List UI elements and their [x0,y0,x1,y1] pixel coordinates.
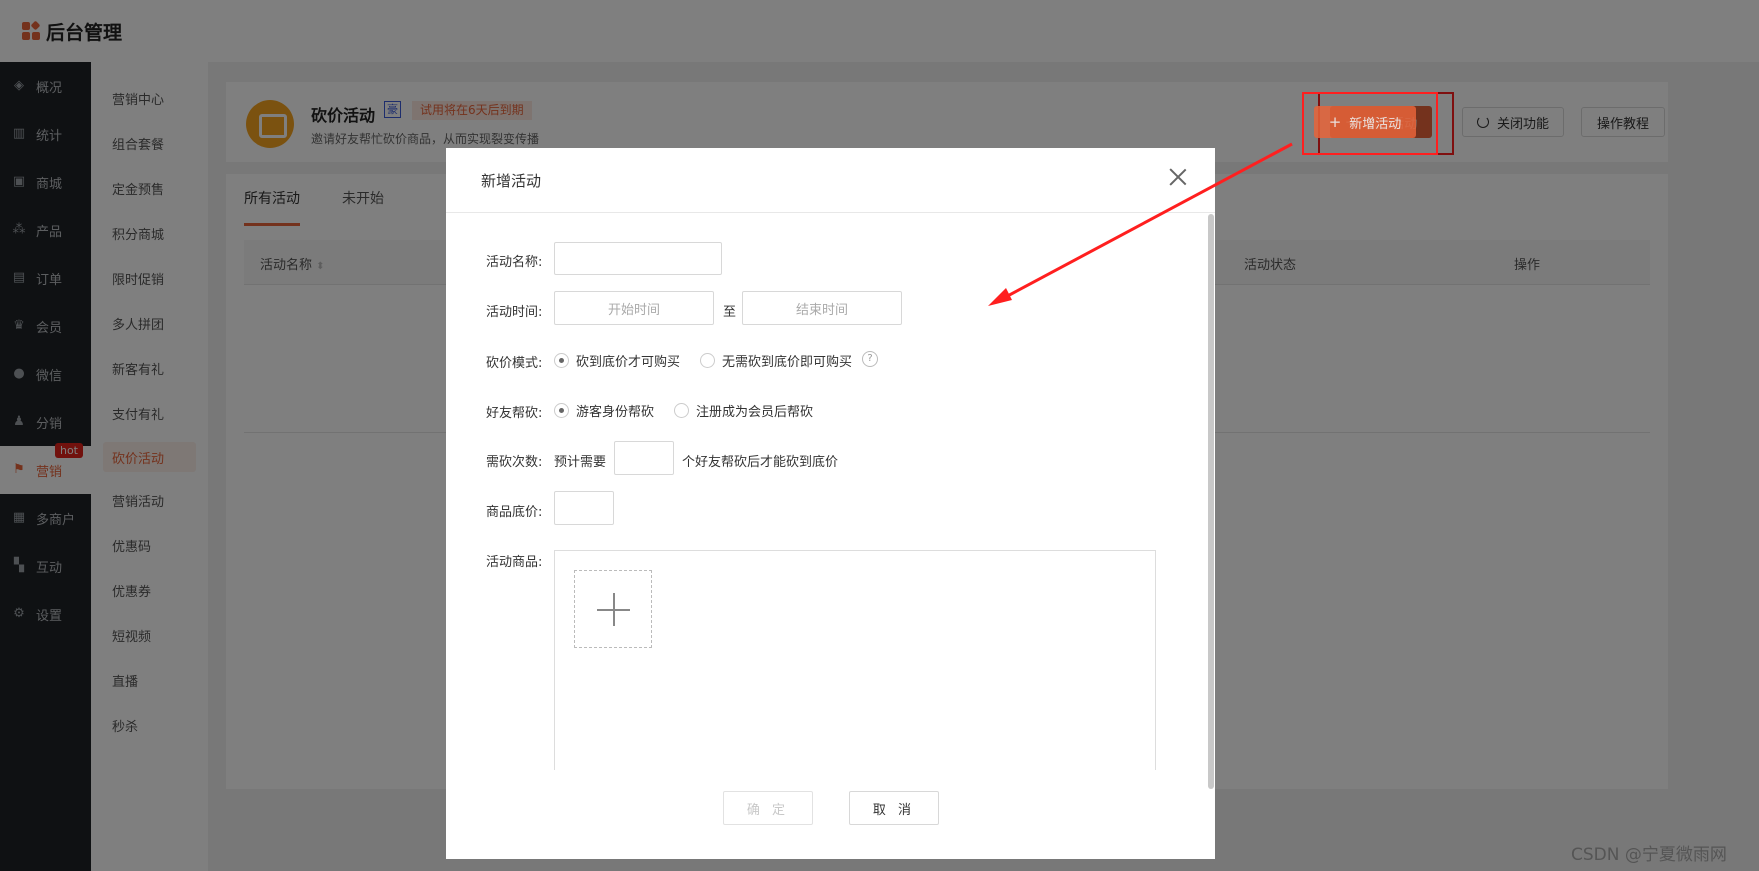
watermark: CSDN @宁夏微雨网 [1571,845,1727,865]
close-icon[interactable] [1169,168,1187,186]
label-activity-time: 活动时间: [486,305,543,320]
label-bargain-mode: 砍价模式: [486,356,543,371]
add-goods-button[interactable] [574,570,652,648]
radio-friend-guest[interactable]: 游客身份帮砍 [554,401,654,420]
help-icon[interactable]: ? [862,351,878,367]
confirm-button[interactable]: 确 定 [723,791,813,825]
label-floor-price: 商品底价: [486,505,543,520]
goods-container [554,550,1156,770]
dialog-title: 新增活动 [481,171,542,190]
radio-checked-icon [554,403,569,418]
radio-unchecked-icon [700,353,715,368]
times-suffix-text: 个好友帮砍后才能砍到底价 [682,455,839,470]
label-activity-goods: 活动商品: [486,555,543,570]
dialog-scrollbar[interactable] [1208,214,1214,789]
start-time-input[interactable]: 开始时间 [554,291,714,325]
activity-name-input[interactable] [554,242,722,275]
label-bargain-times: 需砍次数: [486,455,543,470]
add-activity-dialog: 新增活动 活动名称: 活动时间: 开始时间 至 结束时间 砍价模式: 砍到底价才… [446,148,1215,859]
end-time-input[interactable]: 结束时间 [742,291,902,325]
radio-mode-floor-price[interactable]: 砍到底价才可购买 [554,351,680,370]
radio-unchecked-icon [674,403,689,418]
label-activity-name: 活动名称: [486,255,543,270]
times-prefix-text: 预计需要 [554,455,607,470]
dialog-header: 新增活动 [446,148,1215,213]
time-separator: 至 [723,305,737,320]
label-friend-help: 好友帮砍: [486,406,543,421]
cancel-button[interactable]: 取 消 [849,791,939,825]
bargain-times-input[interactable] [614,441,674,475]
floor-price-input[interactable] [554,491,614,525]
annotation-highlight-box [1302,92,1438,155]
radio-mode-any-price[interactable]: 无需砍到底价即可购买 [700,351,852,370]
radio-checked-icon [554,353,569,368]
radio-friend-member[interactable]: 注册成为会员后帮砍 [674,401,813,420]
